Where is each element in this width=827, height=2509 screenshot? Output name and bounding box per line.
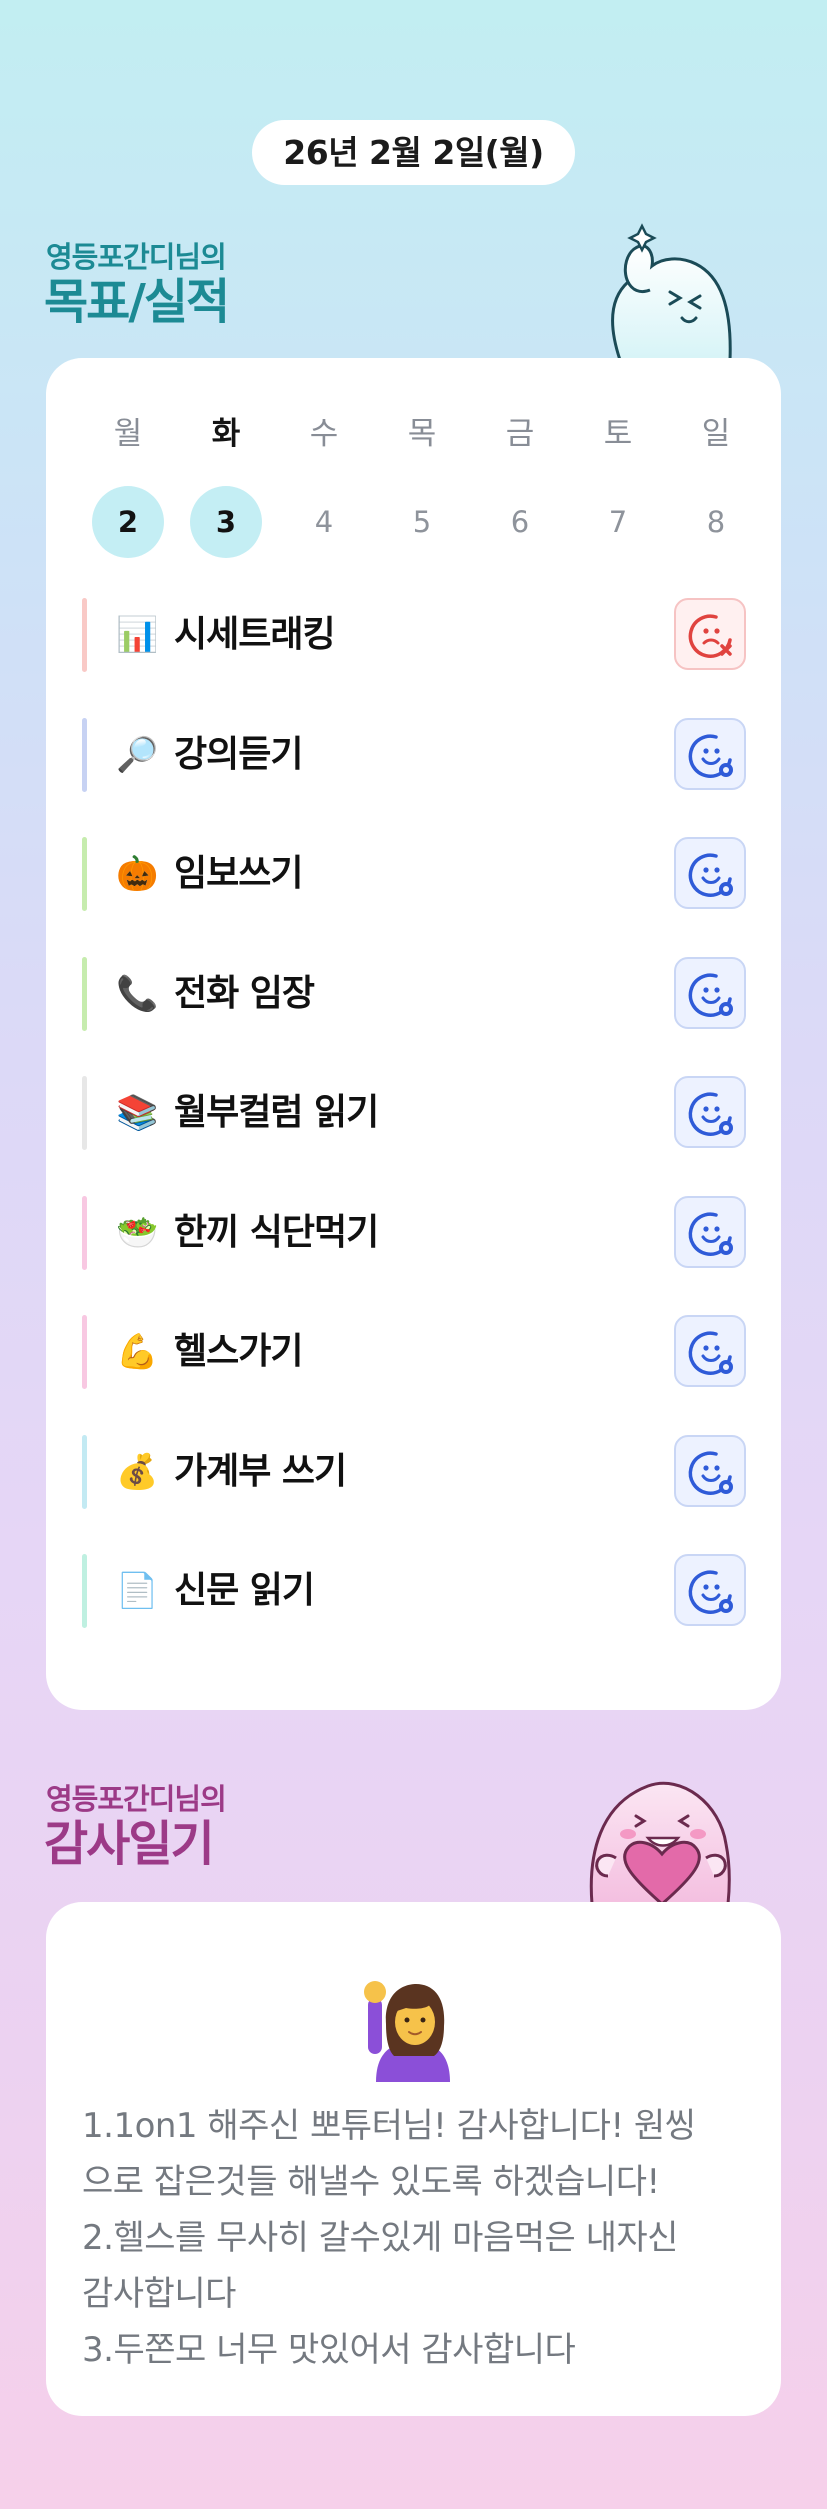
day-name: 금 (505, 416, 535, 452)
day-name: 화 (211, 416, 241, 452)
day-date[interactable]: 4 (288, 486, 360, 558)
smiley-badge-icon (688, 853, 733, 897)
smiley-badge-icon (688, 1331, 733, 1375)
goal-accent-bar (82, 1195, 87, 1270)
status-todo-button[interactable] (674, 1195, 746, 1268)
ghost-thumbs-up-icon (611, 223, 732, 360)
goal-emoji-icon: 📄 (116, 1571, 159, 1611)
goal-label: 헬스가기 (174, 1331, 303, 1372)
goal-accent-bar (82, 1434, 87, 1509)
smiley-badge-icon (688, 973, 733, 1017)
raising-hand-emoji-icon (358, 1972, 468, 2082)
date-label[interactable]: 26년 2월 2일(월) (252, 120, 575, 185)
status-todo-button[interactable] (674, 1434, 746, 1507)
day-name: 토 (603, 416, 633, 452)
day-date[interactable]: 3 (190, 486, 262, 558)
gratitude-line: 3.두쫀모 너무 맛있어서 감사합니다 (82, 2330, 576, 2370)
goal-accent-bar (82, 1554, 87, 1628)
gratitude-title: 감사일기 (44, 1816, 215, 1872)
goal-row[interactable]: 💰 가계부 쓰기 (82, 1434, 746, 1509)
gratitude-line: 1.1on1 해주신 뽀튜터님! 감사합니다! 원씽 (82, 2106, 696, 2146)
goal-emoji-icon: 🔎 (116, 734, 159, 775)
goal-emoji-icon: 📊 (116, 615, 159, 655)
status-todo-button[interactable] (674, 717, 746, 790)
goal-emoji-icon: 📚 (116, 1093, 159, 1133)
smiley-badge-icon (688, 734, 733, 778)
day-name: 수 (309, 416, 339, 452)
goal-label: 한끼 식단먹기 (174, 1211, 379, 1253)
smiley-badge-icon (688, 1570, 733, 1614)
day-date[interactable]: 2 (92, 486, 164, 558)
goal-row[interactable]: 🔎 강의듣기 (82, 717, 746, 792)
goal-accent-bar (82, 717, 87, 792)
goal-accent-bar (82, 1076, 87, 1150)
goal-emoji-icon: 🥗 (116, 1212, 159, 1253)
goal-row[interactable]: 🎃 임보쓰기 (82, 837, 746, 911)
goal-label: 월부컬럼 읽기 (174, 1092, 379, 1133)
sad-x-icon (688, 614, 732, 658)
goal-label: 신문 읽기 (174, 1570, 315, 1611)
day-date[interactable]: 6 (484, 486, 556, 558)
gratitude-text[interactable]: 1.1on1 해주신 뽀튜터님! 감사합니다! 원씽 으로 잡은것들 해낼수 있… (82, 2098, 762, 2378)
goals-card: 월 2 화 3 수 4 목 5 금 6 토 7 일 8 📊 시세트래킹 🔎 강의듣기 🎃… (46, 358, 781, 1710)
smiley-badge-icon (688, 1092, 733, 1136)
status-fail-button[interactable] (674, 598, 746, 670)
day-name: 일 (701, 416, 731, 452)
goal-row[interactable]: 📊 시세트래킹 (82, 598, 746, 672)
day-date[interactable]: 8 (680, 486, 752, 558)
status-todo-button[interactable] (674, 837, 746, 909)
gratitude-card: 1.1on1 해주신 뽀튜터님! 감사합니다! 원씽 으로 잡은것들 해낼수 있… (46, 1902, 781, 2416)
smiley-badge-icon (688, 1451, 733, 1495)
goals-title: 목표/실적 (44, 274, 230, 330)
goal-accent-bar (82, 1315, 87, 1389)
goal-emoji-icon: 💪 (116, 1332, 159, 1372)
smiley-badge-icon (688, 1212, 733, 1256)
day-name: 월 (113, 416, 143, 452)
goal-label: 가계부 쓰기 (174, 1450, 347, 1492)
goal-row[interactable]: 📞 전화 임장 (82, 956, 746, 1031)
goal-row[interactable]: 📄 신문 읽기 (82, 1554, 746, 1628)
goal-label: 임보쓰기 (174, 853, 303, 894)
day-date[interactable]: 5 (386, 486, 458, 558)
goal-emoji-icon: 🎃 (116, 854, 159, 894)
goal-row[interactable]: 📚 월부컬럼 읽기 (82, 1076, 746, 1150)
goal-row[interactable]: 🥗 한끼 식단먹기 (82, 1195, 746, 1270)
day-date[interactable]: 7 (582, 486, 654, 558)
goal-row[interactable]: 💪 헬스가기 (82, 1315, 746, 1389)
gratitude-line: 2.헬스를 무사히 갈수있게 마음먹은 내자신 (82, 2218, 678, 2258)
day-name: 목 (407, 416, 437, 452)
gratitude-line: 감사합니다 (82, 2274, 236, 2314)
gratitude-line: 으로 잡은것들 해낼수 있도록 하겠습니다! (82, 2162, 660, 2202)
goal-emoji-icon: 💰 (116, 1451, 159, 1492)
goal-accent-bar (82, 956, 87, 1031)
status-todo-button[interactable] (674, 1554, 746, 1626)
pink-ghost-heart-icon (589, 1781, 731, 1904)
status-todo-button[interactable] (674, 1315, 746, 1387)
goal-label: 강의듣기 (174, 733, 303, 775)
goal-accent-bar (82, 837, 87, 911)
goal-label: 시세트래킹 (174, 614, 336, 655)
status-todo-button[interactable] (674, 1076, 746, 1148)
goal-label: 전화 임장 (174, 972, 315, 1014)
goal-accent-bar (82, 598, 87, 672)
goal-emoji-icon: 📞 (116, 973, 159, 1014)
week-selector: 월 2 화 3 수 4 목 5 금 6 토 7 일 8 (46, 408, 781, 558)
status-todo-button[interactable] (674, 956, 746, 1029)
